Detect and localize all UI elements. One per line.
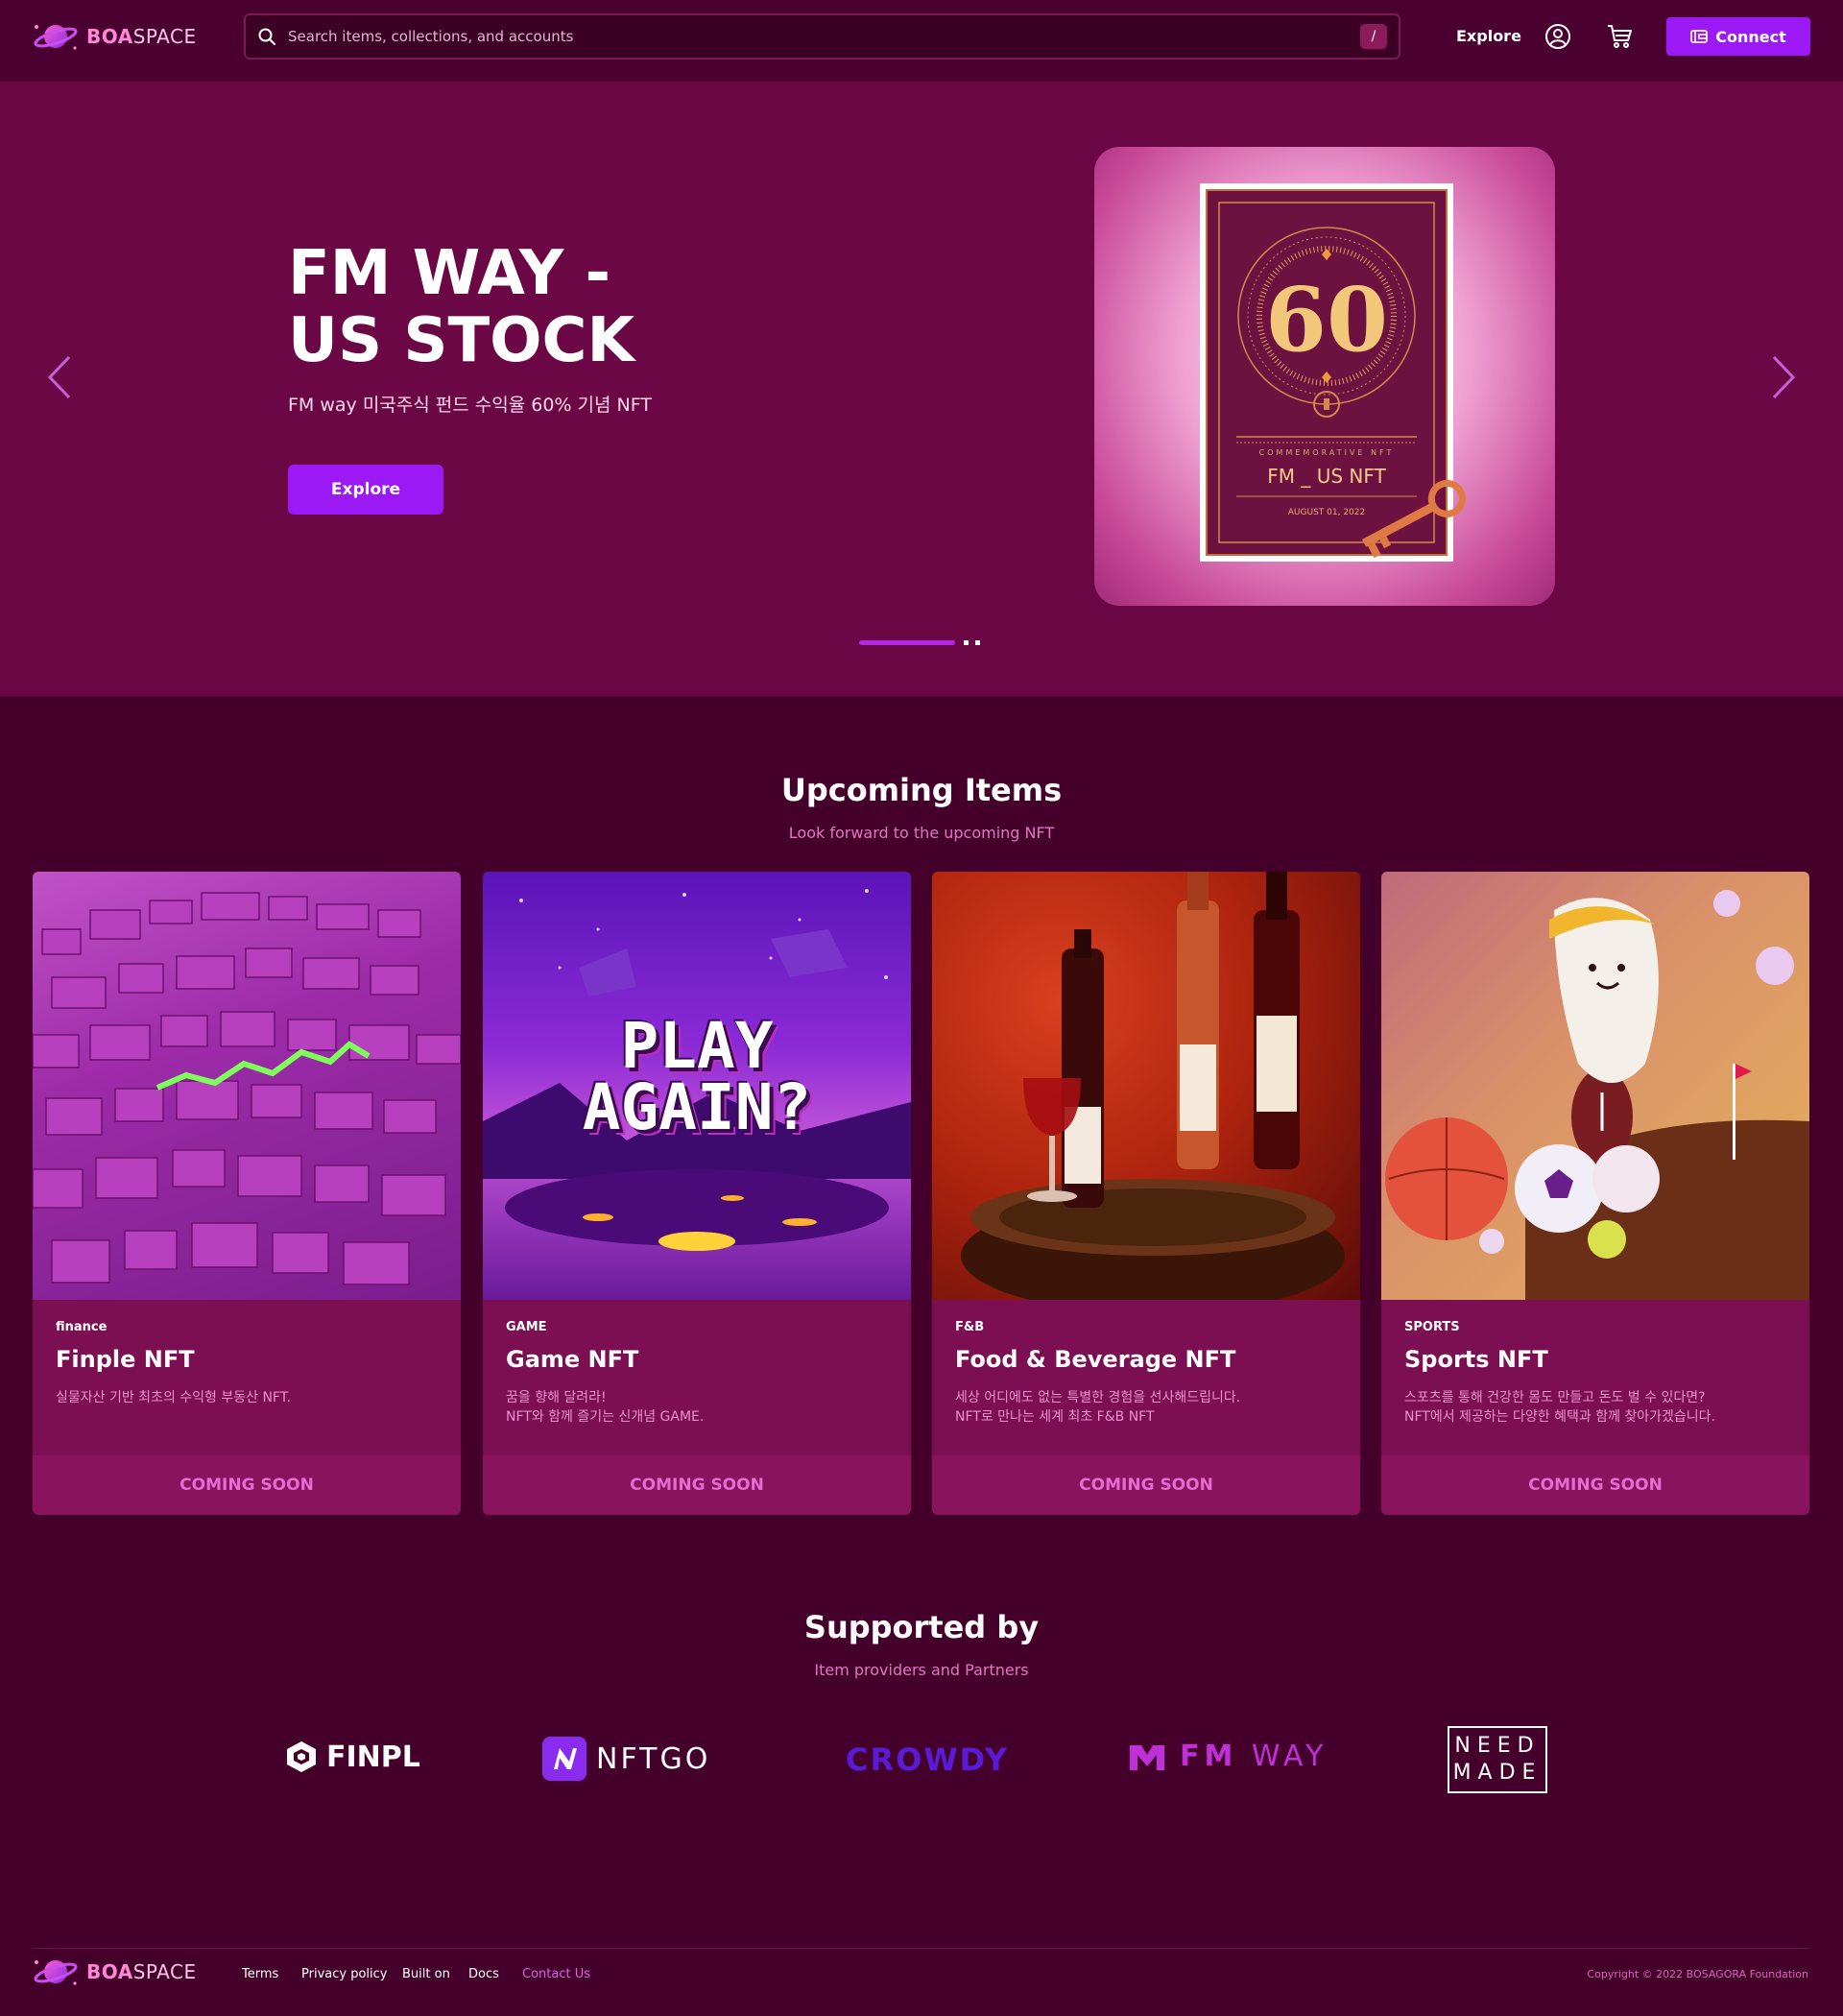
card-image-sports [1381, 872, 1809, 1300]
fmway-m-icon [1130, 1744, 1164, 1770]
search-shortcut-key: / [1360, 24, 1387, 49]
footer-link-docs[interactable]: Docs [468, 1967, 499, 1981]
planet-logo-icon [34, 25, 78, 50]
city-blocks-image [33, 892, 461, 1285]
brand-name: BOASPACE [86, 25, 197, 48]
carousel-dot-2[interactable] [964, 640, 969, 645]
partner-finpl[interactable]: FINPL [284, 1740, 420, 1774]
nftgo-wordmark: NFTGO [596, 1741, 711, 1776]
card-title: Sports NFT [1404, 1346, 1548, 1373]
supported-subtitle: Item providers and Partners [814, 1661, 1029, 1679]
hero-nft-image[interactable]: 60 COMMEMORATIVE NFT FM _ US NFT AUGUST … [1094, 147, 1555, 606]
upcoming-card-fnb[interactable]: F&B Food & Beverage NFT 세상 어디에도 없는 특별한 경… [932, 872, 1360, 1515]
nav-explore-link[interactable]: Explore [1456, 27, 1521, 45]
card-description: 세상 어디에도 없는 특별한 경험을 선사해드립니다. NFT로 만나는 세계 … [955, 1390, 1241, 1425]
partner-crowdy[interactable]: CROWDY [846, 1741, 1009, 1778]
nft-commemorative-label: COMMEMORATIVE NFT [1258, 448, 1395, 457]
footer-link-contact[interactable]: Contact Us [522, 1967, 590, 1981]
planet-logo-icon [34, 1960, 78, 1985]
connect-wallet-button[interactable]: Connect [1666, 17, 1810, 56]
search-bar[interactable]: / [244, 13, 1400, 60]
upcoming-card-finance[interactable]: finance Finple NFT 실물자산 기반 최초의 수익형 부동산 N… [33, 872, 461, 1515]
carousel-dot-3[interactable] [975, 640, 980, 645]
search-icon [258, 28, 275, 45]
needmade-logo: NEED MADE [1448, 1726, 1547, 1793]
card-image-city [33, 872, 461, 1300]
search-input[interactable] [288, 28, 1360, 45]
account-icon[interactable] [1544, 23, 1571, 50]
sports-balls-image [1385, 890, 1809, 1300]
supported-title: Supported by [803, 1609, 1040, 1645]
coming-soon-button[interactable]: COMING SOON [483, 1455, 911, 1515]
footer-brand-logo[interactable]: BOASPACE [33, 1955, 197, 1989]
finpl-cube-icon [287, 1741, 316, 1772]
coming-soon-button[interactable]: COMING SOON [1381, 1455, 1809, 1515]
card-image-game: PLAY AGAIN? [483, 872, 911, 1300]
finpl-wordmark: FINPL [326, 1740, 420, 1774]
footer-divider [33, 1948, 1809, 1949]
carousel-next-arrow-icon[interactable] [1768, 353, 1797, 401]
upcoming-title: Upcoming Items [780, 772, 1063, 808]
footer-link-built-on[interactable]: Built on [402, 1967, 450, 1981]
card-category: F&B [955, 1320, 985, 1334]
card-description: 스포츠를 통해 건강한 몸도 만들고 돈도 벌 수 있다면? NFT에서 제공하… [1404, 1390, 1716, 1425]
brand-name: BOASPACE [86, 1960, 197, 1983]
top-header: BOASPACE / Explore Connect [0, 0, 1843, 82]
upcoming-card-game[interactable]: PLAY AGAIN? GAME Game NFT 꿈을 향해 달려라! NFT… [483, 872, 911, 1515]
cart-icon[interactable] [1606, 23, 1633, 50]
nft-number: 60 [1264, 268, 1389, 372]
card-title: Food & Beverage NFT [955, 1346, 1236, 1373]
nftgo-n-icon [542, 1737, 586, 1781]
wallet-icon [1690, 30, 1709, 43]
wine-bottles-image [961, 872, 1345, 1300]
hero-explore-button[interactable]: Explore [288, 465, 443, 515]
upcoming-card-sports[interactable]: SPORTS Sports NFT 스포츠를 통해 건강한 몸도 만들고 돈도 … [1381, 872, 1809, 1515]
hero-subtitle: FM way 미국주식 펀드 수익율 60% 기념 NFT [288, 395, 652, 416]
golden-key-icon [1361, 479, 1466, 559]
coming-soon-button[interactable]: COMING SOON [33, 1455, 461, 1515]
card-category: GAME [506, 1320, 547, 1334]
brand-logo[interactable]: BOASPACE [33, 19, 197, 54]
card-description: 실물자산 기반 최초의 수익형 부동산 NFT. [56, 1390, 292, 1405]
hero-title: FM WAY - US STOCK [288, 238, 635, 376]
card-title: Game NFT [506, 1346, 639, 1373]
partner-nftgo[interactable]: NFTGO [542, 1737, 710, 1781]
hero-carousel: FM WAY - US STOCK FM way 미국주식 펀드 수익율 60%… [0, 82, 1843, 696]
footer-link-terms[interactable]: Terms [242, 1967, 278, 1981]
carousel-pagination [859, 640, 980, 645]
carousel-dot-1[interactable] [859, 640, 955, 645]
card-description: 꿈을 향해 달려라! NFT와 함께 즐기는 신개념 GAME. [506, 1390, 705, 1425]
coming-soon-button[interactable]: COMING SOON [932, 1455, 1360, 1515]
partner-fmway[interactable]: FM WAY [1128, 1740, 1328, 1773]
play-again-text: PLAY AGAIN? [582, 1009, 812, 1144]
crowdy-wordmark: CROWDY [846, 1741, 1010, 1778]
upcoming-subtitle: Look forward to the upcoming NFT [788, 824, 1055, 842]
connect-label: Connect [1715, 27, 1786, 46]
partner-needmade[interactable]: NEED MADE [1448, 1726, 1547, 1793]
copyright-text: Copyright © 2022 BOSAGORA Foundation [1587, 1968, 1808, 1980]
card-category: SPORTS [1404, 1320, 1460, 1334]
carousel-prev-arrow-icon[interactable] [46, 353, 75, 401]
card-category: finance [56, 1320, 108, 1334]
fmway-wordmark: FM WAY [1180, 1740, 1328, 1773]
card-image-wine [932, 872, 1360, 1300]
footer-link-privacy[interactable]: Privacy policy [301, 1967, 387, 1981]
card-title: Finple NFT [56, 1346, 195, 1373]
